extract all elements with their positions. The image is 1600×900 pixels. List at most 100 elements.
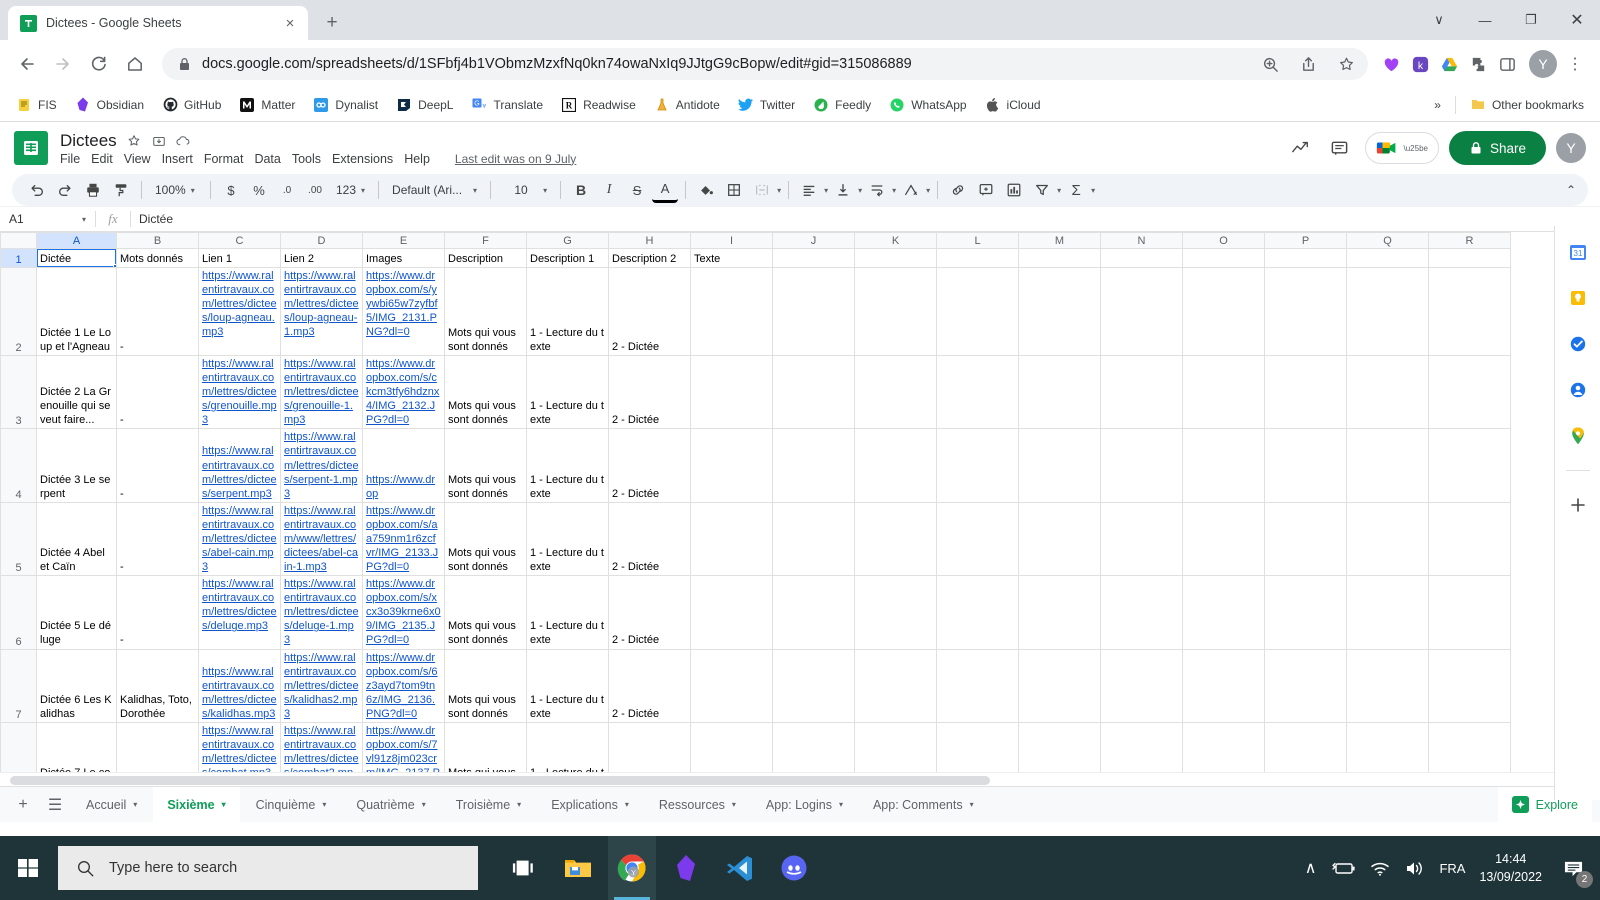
font-select[interactable]: Default (Ari... ▾ bbox=[386, 177, 483, 203]
cell-r7[interactable] bbox=[1428, 648, 1511, 723]
cell-k1[interactable] bbox=[854, 248, 937, 268]
vscode-icon[interactable] bbox=[716, 836, 764, 900]
menu-extensions[interactable]: Extensions bbox=[332, 152, 393, 166]
column-header-e[interactable]: E bbox=[362, 232, 445, 249]
cell-f2[interactable]: Mots qui vous sont donnés bbox=[444, 267, 527, 356]
cell-d3[interactable]: https://www.ralentirtravaux.com/lettres/… bbox=[280, 354, 363, 430]
maps-icon[interactable] bbox=[1566, 424, 1590, 448]
cell-q5[interactable] bbox=[1346, 501, 1429, 577]
cell-r5[interactable] bbox=[1428, 501, 1511, 577]
chevron-down-icon[interactable]: ▾ bbox=[322, 800, 326, 809]
cell-d4[interactable]: https://www.ralentirtravaux.com/lettres/… bbox=[280, 428, 363, 503]
strikethrough-button[interactable]: S bbox=[624, 177, 650, 203]
menu-format[interactable]: Format bbox=[204, 152, 244, 166]
kagi-icon[interactable]: k bbox=[1407, 51, 1433, 77]
cell-p5[interactable] bbox=[1264, 501, 1347, 577]
cell-m8[interactable] bbox=[1018, 721, 1101, 772]
cell-g8[interactable]: 1 - Lecture du texte bbox=[526, 721, 609, 772]
zoom-select[interactable]: 100% ▾ bbox=[149, 177, 203, 203]
chevron-down-icon[interactable]: ▾ bbox=[970, 800, 974, 809]
chevron-down-icon[interactable]: ▾ bbox=[625, 800, 629, 809]
cell-j8[interactable] bbox=[772, 721, 855, 772]
cell-d6[interactable]: https://www.ralentirtravaux.com/lettres/… bbox=[280, 575, 363, 650]
cell-h7[interactable]: 2 - Dictée bbox=[608, 648, 691, 723]
row-header[interactable]: 1 bbox=[0, 248, 37, 268]
cell-i6[interactable] bbox=[690, 575, 773, 650]
cell-a7[interactable]: Dictée 6 Les Kalidhas bbox=[36, 648, 117, 723]
cell-f8[interactable]: Mots qui vous sont donnés bbox=[444, 721, 527, 772]
other-bookmarks-button[interactable]: Other bookmarks bbox=[1462, 93, 1592, 117]
cell-b3[interactable]: - bbox=[116, 354, 199, 430]
sheet-tab-ressources[interactable]: Ressources ▾ bbox=[645, 787, 750, 823]
close-icon[interactable]: × bbox=[280, 13, 300, 33]
star-icon[interactable] bbox=[1332, 50, 1360, 78]
file-explorer-icon[interactable] bbox=[554, 836, 602, 900]
menu-tools[interactable]: Tools bbox=[292, 152, 321, 166]
browser-tab[interactable]: Dictees - Google Sheets × bbox=[8, 6, 308, 40]
cell-c6[interactable]: https://www.ralentirtravaux.com/lettres/… bbox=[198, 575, 281, 650]
insert-comment-icon[interactable] bbox=[973, 177, 999, 203]
redo-icon[interactable] bbox=[52, 177, 78, 203]
chrome-icon[interactable]: Y bbox=[608, 836, 656, 900]
formula-input[interactable]: Dictée bbox=[131, 212, 1600, 226]
cell-l4[interactable] bbox=[936, 428, 1019, 503]
clock[interactable]: 14:44 13/09/2022 bbox=[1479, 850, 1542, 886]
chevron-down-icon[interactable]: ▾ bbox=[892, 186, 896, 195]
new-tab-button[interactable]: + bbox=[318, 9, 346, 37]
cell-e7[interactable]: https://www.dropbox.com/s/6z3ayd7tom9tn6… bbox=[362, 648, 445, 723]
cell-d7[interactable]: https://www.ralentirtravaux.com/lettres/… bbox=[280, 648, 363, 723]
cell-n6[interactable] bbox=[1100, 575, 1183, 650]
menu-view[interactable]: View bbox=[124, 152, 151, 166]
column-header-n[interactable]: N bbox=[1100, 232, 1183, 249]
chevron-down-icon[interactable]: ▾ bbox=[839, 800, 843, 809]
search-plus-icon[interactable] bbox=[1256, 50, 1284, 78]
cell-i2[interactable] bbox=[690, 267, 773, 356]
bookmark-fis[interactable]: FIS bbox=[8, 93, 65, 117]
cell-m4[interactable] bbox=[1018, 428, 1101, 503]
cell-m5[interactable] bbox=[1018, 501, 1101, 577]
cell-i1[interactable]: Texte bbox=[690, 248, 773, 268]
cell-q4[interactable] bbox=[1346, 428, 1429, 503]
heart-icon[interactable] bbox=[1378, 51, 1404, 77]
cell-q8[interactable] bbox=[1346, 721, 1429, 772]
cell-c8[interactable]: https://www.ralentirtravaux.com/lettres/… bbox=[198, 721, 281, 772]
chevron-down-icon[interactable]: ▾ bbox=[858, 186, 862, 195]
sheet-tab-sixieme[interactable]: Sixième ▾ bbox=[153, 786, 240, 823]
cell-k3[interactable] bbox=[854, 354, 937, 430]
undo-icon[interactable] bbox=[24, 177, 50, 203]
chevron-down-icon[interactable]: ▾ bbox=[824, 186, 828, 195]
cell-n7[interactable] bbox=[1100, 648, 1183, 723]
cell-n2[interactable] bbox=[1100, 267, 1183, 356]
cell-g1[interactable]: Description 1 bbox=[526, 248, 609, 268]
cell-h4[interactable]: 2 - Dictée bbox=[608, 428, 691, 503]
cell-n8[interactable] bbox=[1100, 721, 1183, 772]
puzzle-icon[interactable] bbox=[1465, 51, 1491, 77]
cell-p3[interactable] bbox=[1264, 354, 1347, 430]
sheet-tab-troisieme[interactable]: Troisième ▾ bbox=[442, 787, 535, 823]
cell-i3[interactable] bbox=[690, 354, 773, 430]
cell-p6[interactable] bbox=[1264, 575, 1347, 650]
cell-f3[interactable]: Mots qui vous sont donnés bbox=[444, 354, 527, 430]
reload-icon[interactable] bbox=[82, 47, 116, 81]
cell-h6[interactable]: 2 - Dictée bbox=[608, 575, 691, 650]
functions-button[interactable]: Σ bbox=[1063, 177, 1089, 203]
cell-g4[interactable]: 1 - Lecture du texte bbox=[526, 428, 609, 503]
bookmark-whatsapp[interactable]: WhatsApp bbox=[881, 93, 974, 117]
contacts-icon[interactable] bbox=[1566, 378, 1590, 402]
cell-f6[interactable]: Mots qui vous sont donnés bbox=[444, 575, 527, 650]
chevron-down-icon[interactable]: ▾ bbox=[1057, 186, 1061, 195]
move-to-folder-icon[interactable] bbox=[151, 133, 167, 149]
horizontal-scroll-thumb[interactable] bbox=[10, 776, 990, 785]
drive-icon[interactable] bbox=[1436, 51, 1462, 77]
column-header-l[interactable]: L bbox=[936, 232, 1019, 249]
bold-button[interactable]: B bbox=[568, 177, 594, 203]
cell-h5[interactable]: 2 - Dictée bbox=[608, 501, 691, 577]
cell-r4[interactable] bbox=[1428, 428, 1511, 503]
column-header-r[interactable]: R bbox=[1428, 232, 1511, 249]
bookmark-twitter[interactable]: Twitter bbox=[730, 93, 803, 117]
cell-r1[interactable] bbox=[1428, 248, 1511, 268]
cell-j4[interactable] bbox=[772, 428, 855, 503]
cell-n3[interactable] bbox=[1100, 354, 1183, 430]
cell-l6[interactable] bbox=[936, 575, 1019, 650]
cell-k8[interactable] bbox=[854, 721, 937, 772]
